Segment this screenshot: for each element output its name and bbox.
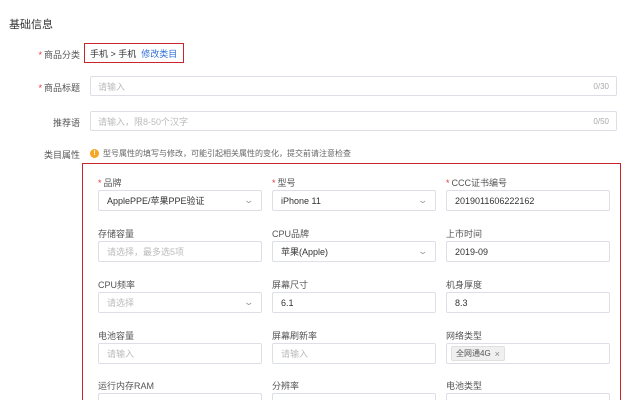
ccc-label: * CCC证书编号 <box>446 178 508 188</box>
notice-text: 型号属性的填写与修改，可能引起相关属性的变化，提交前请注意检查 <box>103 149 351 158</box>
ram-input[interactable] <box>98 393 262 400</box>
storage-select[interactable]: 请选择，最多选5项 <box>98 241 262 262</box>
thickness-label: 机身厚度 <box>446 280 483 290</box>
category-value: 手机 > 手机 <box>90 48 137 59</box>
chevron-down-icon: ⌄ <box>417 246 429 256</box>
ccc-input[interactable]: 2019011606222162 <box>446 190 610 211</box>
cpu-freq-select[interactable]: 请选择 ⌄ <box>98 292 262 313</box>
network-tag: 全网通4G × <box>451 346 505 361</box>
brand-label: * 品牌 <box>98 178 122 188</box>
product-title-counter: 0/30 <box>593 81 609 91</box>
product-title-input[interactable]: 请输入 0/30 <box>90 76 617 96</box>
recommend-placeholder: 请输入，限8-50个汉字 <box>98 116 189 127</box>
screen-size-value: 6.1 <box>281 297 294 308</box>
resolution-input[interactable] <box>272 393 436 400</box>
battery-type-label: 电池类型 <box>446 381 483 391</box>
screen-size-input[interactable]: 6.1 <box>272 292 436 313</box>
thickness-value: 8.3 <box>455 297 468 308</box>
brand-select[interactable]: ApplePPE/苹果PPE验证 ⌄ <box>98 190 262 211</box>
cpu-freq-label: CPU频率 <box>98 280 136 290</box>
refresh-placeholder: 请输入 <box>281 349 309 359</box>
resolution-label: 分辨率 <box>272 381 300 391</box>
launch-input[interactable]: 2019-09 <box>446 241 610 262</box>
product-title-label: * 商品标题 <box>38 83 80 93</box>
battery-input[interactable]: 请输入 <box>98 343 262 364</box>
category-label: * 商品分类 <box>38 50 80 60</box>
cpu-freq-placeholder: 请选择 <box>107 298 135 308</box>
attributes-label: 类目属性 <box>43 150 80 160</box>
network-tag-label: 全网通4G <box>456 349 491 358</box>
battery-type-input[interactable] <box>446 393 610 400</box>
screen-size-label: 屏幕尺寸 <box>272 280 309 290</box>
cpu-brand-value: 苹果(Apple) <box>281 247 329 257</box>
close-icon[interactable]: × <box>495 349 500 359</box>
attributes-panel: * 品牌 ApplePPE/苹果PPE验证 ⌄ * 型号 iPhone 11 ⌄ *… <box>82 163 621 400</box>
warning-icon: ! <box>90 149 99 158</box>
refresh-input[interactable]: 请输入 <box>272 343 436 364</box>
recommend-counter: 0/50 <box>593 116 609 126</box>
edit-category-link[interactable]: 修改类目 <box>141 47 177 60</box>
chevron-down-icon: ⌄ <box>243 297 255 307</box>
section-title: 基础信息 <box>9 19 53 31</box>
battery-placeholder: 请输入 <box>107 349 135 359</box>
cpu-brand-label: CPU品牌 <box>272 229 310 239</box>
model-value: iPhone 11 <box>281 195 321 206</box>
model-select[interactable]: iPhone 11 ⌄ <box>272 190 436 211</box>
brand-value: ApplePPE/苹果PPE验证 <box>107 196 205 206</box>
chevron-down-icon: ⌄ <box>243 195 255 205</box>
network-label: 网络类型 <box>446 331 483 341</box>
thickness-input[interactable]: 8.3 <box>446 292 610 313</box>
refresh-label: 屏幕刷新率 <box>272 331 318 341</box>
chevron-down-icon: ⌄ <box>417 195 429 205</box>
launch-label: 上市时间 <box>446 229 483 239</box>
storage-label: 存储容量 <box>98 229 135 239</box>
recommend-input[interactable]: 请输入，限8-50个汉字 0/50 <box>90 111 617 131</box>
product-title-placeholder: 请输入 <box>98 81 126 92</box>
ccc-value: 2019011606222162 <box>455 195 535 206</box>
model-label: * 型号 <box>272 178 296 188</box>
category-selector: 手机 > 手机 修改类目 <box>84 43 184 63</box>
cpu-brand-select[interactable]: 苹果(Apple) ⌄ <box>272 241 436 262</box>
network-select[interactable]: 全网通4G × <box>446 343 610 364</box>
recommend-label: 推荐语 <box>52 118 80 128</box>
storage-placeholder: 请选择，最多选5项 <box>107 247 185 257</box>
launch-value: 2019-09 <box>455 246 489 257</box>
ram-label: 运行内存RAM <box>98 381 154 391</box>
battery-label: 电池容量 <box>98 331 135 341</box>
attributes-notice: ! 型号属性的填写与修改，可能引起相关属性的变化，提交前请注意检查 <box>90 148 351 159</box>
